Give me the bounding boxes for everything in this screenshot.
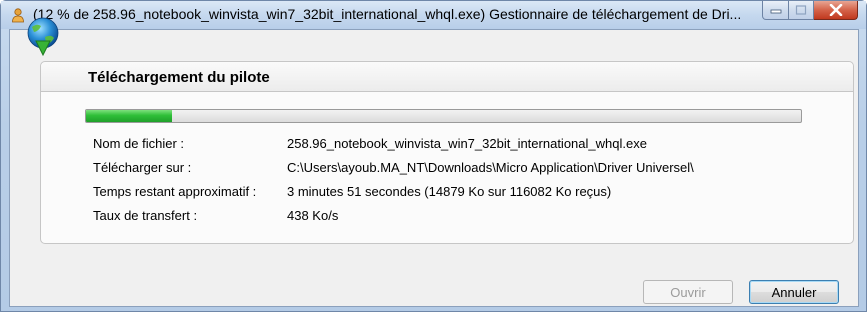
destination-label: Télécharger sur : bbox=[93, 160, 192, 175]
window-controls bbox=[762, 1, 858, 21]
page-title: Téléchargement du pilote bbox=[88, 69, 270, 86]
transfer-rate-value: 438 Ko/s bbox=[287, 208, 339, 223]
globe-download-icon bbox=[27, 17, 59, 57]
close-button[interactable] bbox=[814, 1, 858, 20]
download-user-icon bbox=[12, 8, 24, 23]
title-bar[interactable]: (12 % de 258.96_notebook_winvista_win7_3… bbox=[1, 1, 866, 29]
download-manager-window: (12 % de 258.96_notebook_winvista_win7_3… bbox=[0, 0, 867, 312]
download-progress-bar bbox=[85, 109, 802, 123]
window-title: (12 % de 258.96_notebook_winvista_win7_3… bbox=[33, 6, 742, 22]
dialog-client-area: Téléchargement du pilote Nom de fichier … bbox=[9, 29, 859, 307]
time-remaining-label: Temps restant approximatif : bbox=[93, 184, 257, 199]
time-remaining-value: 3 minutes 51 secondes (14879 Ko sur 1160… bbox=[287, 184, 612, 199]
cancel-button[interactable]: Annuler bbox=[749, 280, 839, 304]
destination-value: C:\Users\ayoub.MA_NT\Downloads\Micro App… bbox=[287, 160, 694, 175]
filename-label: Nom de fichier : bbox=[93, 136, 185, 151]
transfer-rate-label: Taux de transfert : bbox=[93, 208, 198, 223]
progress-fill bbox=[86, 110, 172, 122]
maximize-button[interactable] bbox=[789, 1, 814, 20]
maximize-icon bbox=[795, 5, 807, 15]
panel-header: Téléchargement du pilote bbox=[41, 62, 853, 92]
download-details-panel: Téléchargement du pilote Nom de fichier … bbox=[40, 61, 854, 244]
minimize-button[interactable] bbox=[762, 1, 789, 20]
open-button[interactable]: Ouvrir bbox=[643, 280, 733, 304]
filename-value: 258.96_notebook_winvista_win7_32bit_inte… bbox=[287, 136, 647, 151]
close-icon bbox=[829, 4, 842, 16]
minimize-icon bbox=[770, 9, 781, 14]
